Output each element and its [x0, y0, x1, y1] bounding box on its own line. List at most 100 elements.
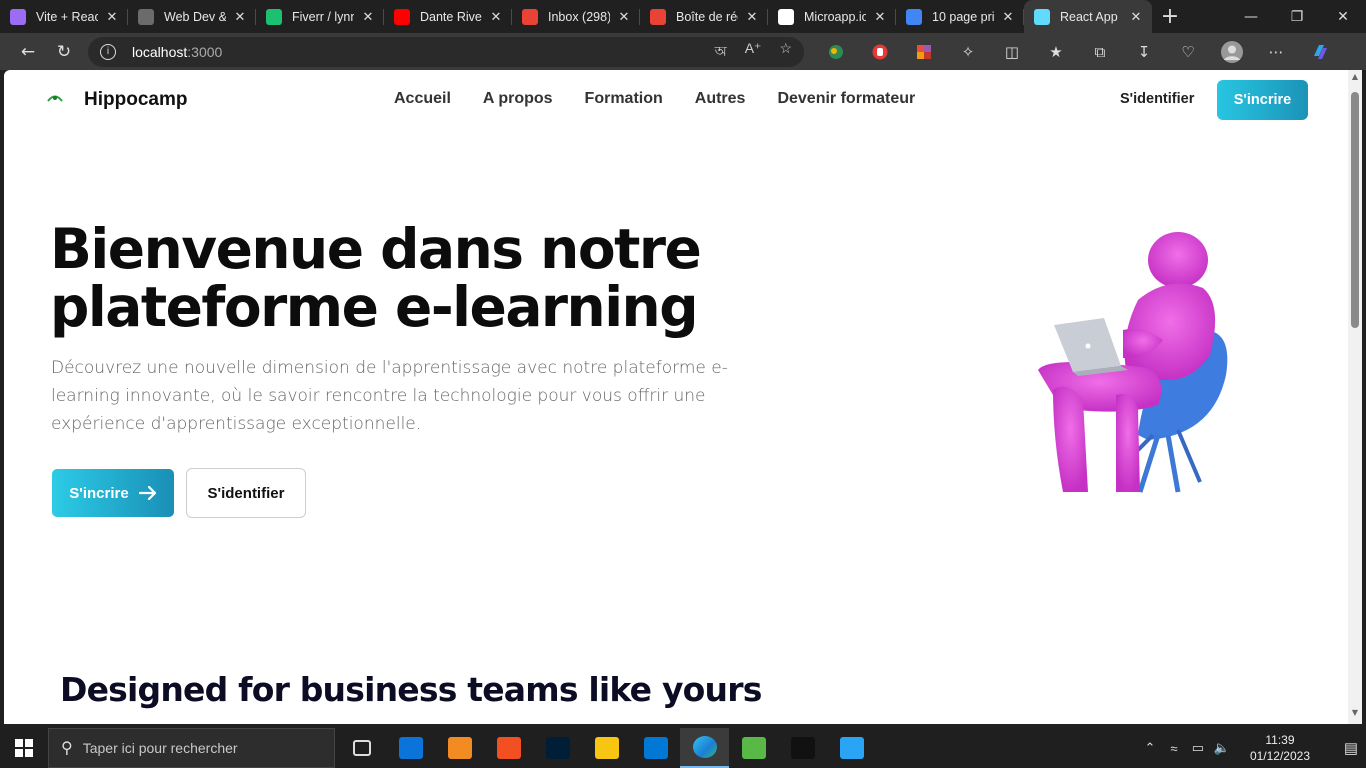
close-tab-icon[interactable]: ✕	[1128, 9, 1144, 25]
file-explorer-icon[interactable]	[582, 728, 631, 768]
browser-essentials-icon[interactable]: ♡	[1170, 37, 1206, 67]
extension-bar: ✧ ◫ ★ ⧉ ↧ ♡ ⋯	[818, 37, 1338, 67]
volume-icon[interactable]: 🔈	[1210, 740, 1234, 756]
close-tab-icon[interactable]: ✕	[744, 9, 760, 25]
vscode-icon[interactable]	[631, 728, 680, 768]
windows-taskbar: ⚲ Taper ici pour rechercher ⌃ ≈ ▭ 🔈 11:3…	[0, 728, 1366, 768]
xampp-icon[interactable]	[435, 728, 484, 768]
taskbar-search-placeholder: Taper ici pour rechercher	[82, 740, 238, 756]
scroll-down-icon[interactable]: ▼	[1350, 708, 1360, 717]
browser-toolbar: ← ↻ i localhost :3000 অ A⁺ ☆ ✧ ◫ ★ ⧉ ↧ ♡…	[0, 33, 1366, 70]
taskbar-search[interactable]: ⚲ Taper ici pour rechercher	[48, 728, 335, 768]
close-tab-icon[interactable]: ✕	[616, 9, 632, 25]
window-controls: — ❐ ✕	[1228, 0, 1366, 33]
extension-icon-3[interactable]	[906, 37, 942, 67]
restore-icon[interactable]: ❐	[1274, 0, 1320, 33]
section-title: Designed for business teams like yours	[60, 670, 762, 709]
nav-item-autres[interactable]: Autres	[695, 90, 746, 108]
translate-icon[interactable]: অ	[715, 40, 727, 64]
nav-item-a-propos[interactable]: A propos	[483, 90, 553, 108]
adblock-icon[interactable]	[862, 37, 898, 67]
photoshop-icon[interactable]	[533, 728, 582, 768]
close-tab-icon[interactable]: ✕	[1000, 9, 1016, 25]
page-viewport: Hippocamp Accueil A propos Formation Autres…	[4, 70, 1348, 724]
address-actions: অ A⁺ ☆	[715, 40, 792, 64]
browser-tab[interactable]: 10 page pri ✕	[896, 0, 1024, 33]
hero-signup-button[interactable]: S'incrire	[52, 469, 174, 517]
terminal-icon[interactable]	[778, 728, 827, 768]
browser-tab[interactable]: Web Dev & ... ✕	[128, 0, 256, 33]
site-info-icon[interactable]: i	[100, 43, 116, 60]
login-link[interactable]: S'identifier	[1120, 91, 1194, 107]
close-tab-icon[interactable]: ✕	[232, 9, 248, 25]
read-aloud-icon[interactable]: A⁺	[745, 40, 762, 64]
nav-item-devenir-formateur[interactable]: Devenir formateur	[777, 90, 915, 108]
chevron-up-icon[interactable]: ⌃	[1138, 740, 1162, 756]
browser-tab[interactable]: React App ✕	[1024, 0, 1152, 33]
favorites-icon[interactable]: ★	[1038, 37, 1074, 67]
scroll-up-icon[interactable]: ▲	[1350, 72, 1360, 81]
browser-tab[interactable]: Fiverr / lynn ✕	[256, 0, 384, 33]
network-icon[interactable]: ≈	[1162, 741, 1186, 756]
hero-subtitle: Découvrez une nouvelle dimension de l'ap…	[51, 358, 728, 434]
collections-icon[interactable]: ⧉	[1082, 37, 1118, 67]
close-window-icon[interactable]: ✕	[1320, 0, 1366, 33]
paint-icon-glyph	[839, 737, 864, 759]
tab-title: Boîte de réc	[676, 9, 738, 24]
mail-icon[interactable]	[386, 728, 435, 768]
start-button[interactable]	[0, 728, 48, 768]
extension-icon-1[interactable]	[818, 37, 854, 67]
url-host: localhost	[132, 43, 188, 60]
address-bar[interactable]: i localhost :3000 অ A⁺ ☆	[88, 36, 804, 67]
tab-title: 10 page pri	[932, 9, 994, 24]
new-tab-button[interactable]: +	[1152, 0, 1188, 33]
close-tab-icon[interactable]: ✕	[488, 9, 504, 25]
scrollbar-thumb[interactable]	[1351, 92, 1359, 328]
close-tab-icon[interactable]: ✕	[360, 9, 376, 25]
paint-icon[interactable]	[827, 728, 876, 768]
system-tray: ⌃ ≈ ▭ 🔈 11:39 01/12/2023 ▤	[1138, 728, 1366, 768]
hero-login-button[interactable]: S'identifier	[186, 468, 306, 518]
close-tab-icon[interactable]: ✕	[872, 9, 888, 25]
browser-tab[interactable]: Dante River ✕	[384, 0, 512, 33]
browser-tab-strip: Vite + React✕Web Dev & ...✕Fiverr / lynn…	[0, 0, 1366, 33]
store-icon[interactable]	[484, 728, 533, 768]
extensions-puzzle-icon[interactable]: ✧	[950, 37, 986, 67]
battery-icon[interactable]: ▭	[1186, 740, 1210, 756]
close-tab-icon[interactable]: ✕	[104, 9, 120, 25]
main-nav: Accueil A propos Formation Autres Devenir fo…	[394, 90, 915, 108]
tab-list: Vite + React✕Web Dev & ...✕Fiverr / lynn…	[0, 0, 1152, 33]
brand-logo-icon[interactable]	[46, 94, 64, 104]
terminal-icon-glyph	[790, 737, 815, 759]
taskbar-apps	[337, 728, 876, 768]
tab-title: Dante River	[420, 9, 482, 24]
browser-tab[interactable]: Microapp.io ✕	[768, 0, 896, 33]
brand-name[interactable]: Hippocamp	[84, 89, 187, 111]
favorite-star-icon[interactable]: ☆	[779, 40, 792, 64]
browser-tab[interactable]: Vite + React ✕	[0, 0, 128, 33]
edge-icon-glyph	[692, 736, 717, 758]
downloads-icon[interactable]: ↧	[1126, 37, 1162, 67]
settings-more-icon[interactable]: ⋯	[1258, 37, 1294, 67]
profile-avatar-icon[interactable]	[1214, 37, 1250, 67]
signup-button[interactable]: S'incrire	[1217, 80, 1308, 120]
back-icon[interactable]: ←	[10, 37, 46, 67]
browser-tab[interactable]: Inbox (298) ✕	[512, 0, 640, 33]
tab-title: Web Dev & ...	[164, 9, 226, 24]
nav-item-formation[interactable]: Formation	[585, 90, 663, 108]
taskbar-clock[interactable]: 11:39 01/12/2023	[1250, 732, 1310, 764]
copilot-icon[interactable]	[1302, 37, 1338, 67]
edge-icon[interactable]	[680, 728, 729, 768]
photoshop-icon-glyph	[545, 737, 570, 759]
minimize-icon[interactable]: —	[1228, 0, 1274, 33]
split-screen-icon[interactable]: ◫	[994, 37, 1030, 67]
nav-item-accueil[interactable]: Accueil	[394, 90, 451, 108]
store-icon-glyph	[496, 737, 521, 759]
xampp-icon-glyph	[447, 737, 472, 759]
browser-tab[interactable]: Boîte de réc ✕	[640, 0, 768, 33]
task-view-icon[interactable]	[337, 728, 386, 768]
dropbox-like-icon[interactable]	[729, 728, 778, 768]
reload-icon[interactable]: ↻	[46, 37, 82, 67]
notifications-icon[interactable]: ▤	[1336, 739, 1366, 757]
page-scrollbar[interactable]: ▲ ▼	[1348, 70, 1362, 724]
